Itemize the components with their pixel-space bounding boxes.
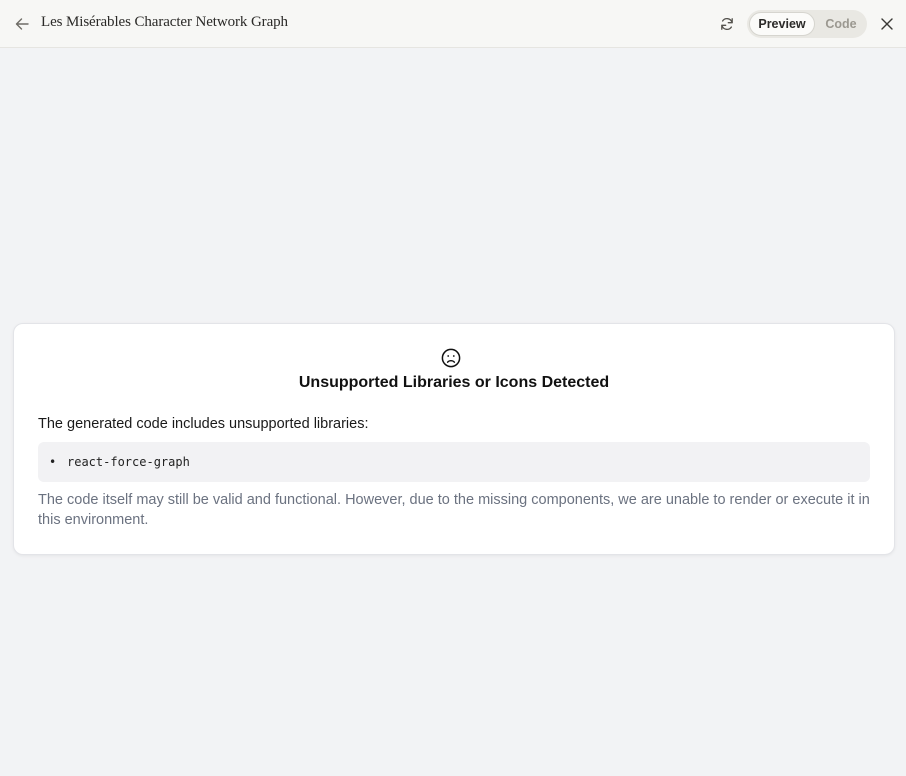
library-item: • react-force-graph <box>49 442 190 482</box>
view-toggle: Preview Code <box>747 10 867 38</box>
refresh-icon <box>721 17 733 31</box>
error-title: Unsupported Libraries or Icons Detected <box>298 374 610 391</box>
code-tab[interactable]: Code <box>819 12 863 36</box>
frown-icon <box>441 348 461 368</box>
error-note: The code itself may still be valid and f… <box>38 492 870 528</box>
back-button[interactable] <box>10 12 34 36</box>
error-intro: The generated code includes unsupported … <box>38 416 369 432</box>
artifact-title: Les Misérables Character Network Graph <box>41 14 288 30</box>
arrow-left-icon <box>15 18 29 30</box>
refresh-button[interactable] <box>715 12 739 36</box>
library-list: • react-force-graph <box>38 442 870 482</box>
close-button[interactable] <box>875 12 899 36</box>
preview-tab[interactable]: Preview <box>749 12 815 36</box>
top-bar: Les Misérables Character Network Graph P… <box>0 0 906 48</box>
close-icon <box>881 18 893 30</box>
bullet: • <box>49 455 57 469</box>
error-card: Unsupported Libraries or Icons Detected … <box>13 323 895 555</box>
library-name: react-force-graph <box>67 455 190 469</box>
